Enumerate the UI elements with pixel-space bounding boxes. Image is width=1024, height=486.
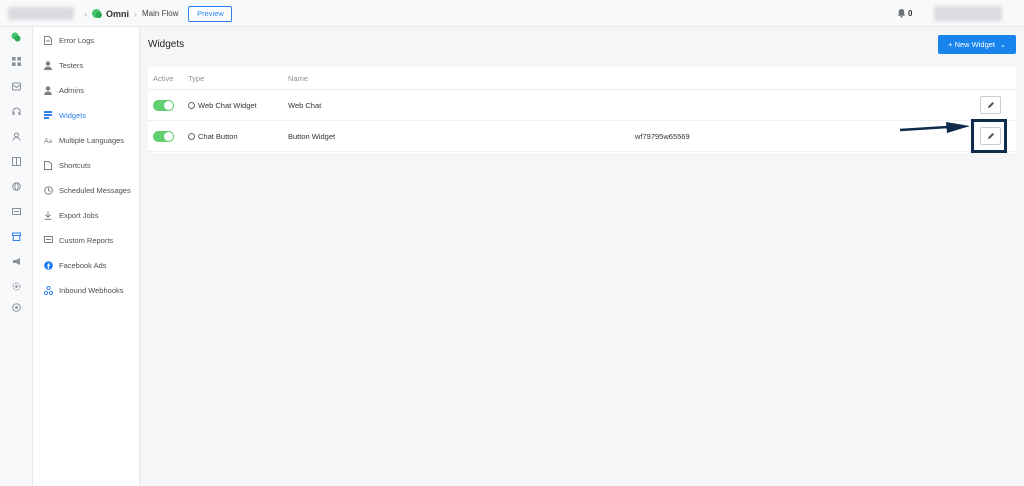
- active-toggle[interactable]: [153, 131, 174, 142]
- sidebar-item-label: Testers: [59, 60, 84, 70]
- sidebar-item-shortcuts[interactable]: Shortcuts: [43, 158, 138, 172]
- chat-bubble-icon: [188, 102, 195, 109]
- sidebar-item-facebook-ads[interactable]: f Facebook Ads: [43, 258, 138, 272]
- eye-settings-icon[interactable]: [11, 302, 21, 312]
- user-icon[interactable]: [11, 131, 21, 141]
- table-row: Web Chat Widget Web Chat: [148, 90, 1016, 121]
- sidebar-item-label: Facebook Ads: [59, 260, 107, 270]
- bell-icon[interactable]: [897, 8, 906, 18]
- widgets-icon: [43, 110, 53, 120]
- sidebar-item-label: Export Jobs: [59, 210, 99, 220]
- sidebar-item-export-jobs[interactable]: Export Jobs: [43, 208, 138, 222]
- id-card-icon[interactable]: [11, 206, 21, 216]
- preview-button[interactable]: Preview: [188, 5, 233, 22]
- table-header: Active Type Name: [148, 67, 1016, 90]
- webhook-icon: [43, 285, 53, 295]
- widgets-table: Active Type Name Web Chat Widget Web Cha…: [148, 67, 1016, 153]
- widget-name: Button Widget: [288, 132, 336, 141]
- sidebar-item-label: Shortcuts: [59, 160, 91, 170]
- shortcut-icon: [43, 160, 53, 170]
- arrow-annotation-icon: [899, 122, 970, 133]
- translate-icon: Aa: [43, 135, 53, 145]
- chat-bubble-icon: [188, 133, 195, 140]
- settings-icon[interactable]: [11, 281, 21, 291]
- inbox-icon[interactable]: [11, 81, 21, 91]
- facebook-icon: f: [43, 260, 53, 270]
- globe-icon[interactable]: [11, 181, 21, 191]
- person-icon: [43, 60, 53, 70]
- download-icon: [43, 210, 53, 220]
- table-row: Chat Button Button Widget wf79795w65569: [148, 121, 1016, 152]
- sidebar-item-inbound-webhooks[interactable]: Inbound Webhooks: [43, 283, 138, 297]
- flow-name[interactable]: Main Flow: [142, 9, 178, 18]
- highlight-box: [971, 119, 1007, 153]
- column-header-name: Name: [288, 74, 309, 83]
- pencil-icon: [987, 102, 994, 108]
- workspace-selector[interactable]: [8, 7, 74, 20]
- chevron-right-icon: ›: [134, 8, 138, 19]
- chat-logo-icon[interactable]: [11, 32, 21, 42]
- type-cell: Web Chat Widget: [188, 101, 257, 110]
- sidebar-item-testers[interactable]: Testers: [43, 58, 138, 72]
- type-cell: Chat Button: [188, 132, 238, 141]
- sidebar-item-label: Scheduled Messages: [59, 185, 131, 195]
- sidebar-item-admins[interactable]: Admins: [43, 83, 138, 97]
- sidebar-item-label: Custom Reports: [59, 235, 114, 245]
- column-header-type: Type: [188, 74, 205, 83]
- edit-button[interactable]: [980, 96, 1001, 114]
- chevron-down-icon: ⌄: [1000, 41, 1006, 49]
- active-toggle[interactable]: [153, 100, 174, 111]
- breadcrumb: › Omni › Main Flow Preview: [79, 5, 233, 22]
- sidebar-item-label: Admins: [59, 85, 85, 95]
- chevron-right-icon: ›: [84, 8, 87, 19]
- widget-type: Web Chat Widget: [198, 101, 257, 110]
- widget-type: Chat Button: [198, 132, 238, 141]
- widget-id: wf79795w65569: [635, 132, 690, 141]
- store-icon[interactable]: [11, 231, 21, 241]
- sidebar-item-label: Widgets: [59, 110, 87, 120]
- headset-icon[interactable]: [11, 106, 21, 116]
- user-menu[interactable]: [934, 6, 1002, 21]
- notification-count: 0: [908, 9, 913, 18]
- book-icon[interactable]: [11, 156, 21, 166]
- svg-text:a: a: [48, 138, 52, 144]
- app-name[interactable]: Omni: [106, 9, 129, 19]
- omni-chat-icon: [92, 9, 102, 18]
- widget-name: Web Chat: [288, 101, 322, 110]
- dashboard-icon[interactable]: [11, 56, 21, 66]
- new-widget-label: + New Widget: [948, 40, 996, 49]
- top-bar: › Omni › Main Flow Preview 0: [0, 0, 1024, 27]
- clock-icon: [43, 185, 53, 195]
- document-icon: [43, 35, 53, 45]
- person-badge-icon: [43, 85, 53, 95]
- sidebar-item-scheduled-messages[interactable]: Scheduled Messages: [43, 183, 138, 197]
- sidebar-item-multiple-languages[interactable]: Aa Multiple Languages: [43, 133, 138, 147]
- sidebar-item-label: Error Logs: [59, 35, 95, 45]
- sidebar-item-label: Inbound Webhooks: [59, 285, 124, 295]
- icon-rail: [0, 27, 33, 486]
- sidebar-item-error-logs[interactable]: Error Logs: [43, 33, 138, 47]
- sidebar-item-label: Multiple Languages: [59, 135, 125, 145]
- report-icon: [43, 235, 53, 245]
- column-header-active: Active: [153, 74, 174, 83]
- megaphone-icon[interactable]: [11, 256, 21, 266]
- settings-sidebar: Error Logs Testers Admins Widgets Aa Mul…: [33, 27, 140, 486]
- sidebar-item-widgets[interactable]: Widgets: [43, 108, 138, 122]
- page-title: Widgets: [148, 39, 185, 50]
- sidebar-item-custom-reports[interactable]: Custom Reports: [43, 233, 138, 247]
- new-widget-button[interactable]: + New Widget ⌄: [938, 35, 1016, 54]
